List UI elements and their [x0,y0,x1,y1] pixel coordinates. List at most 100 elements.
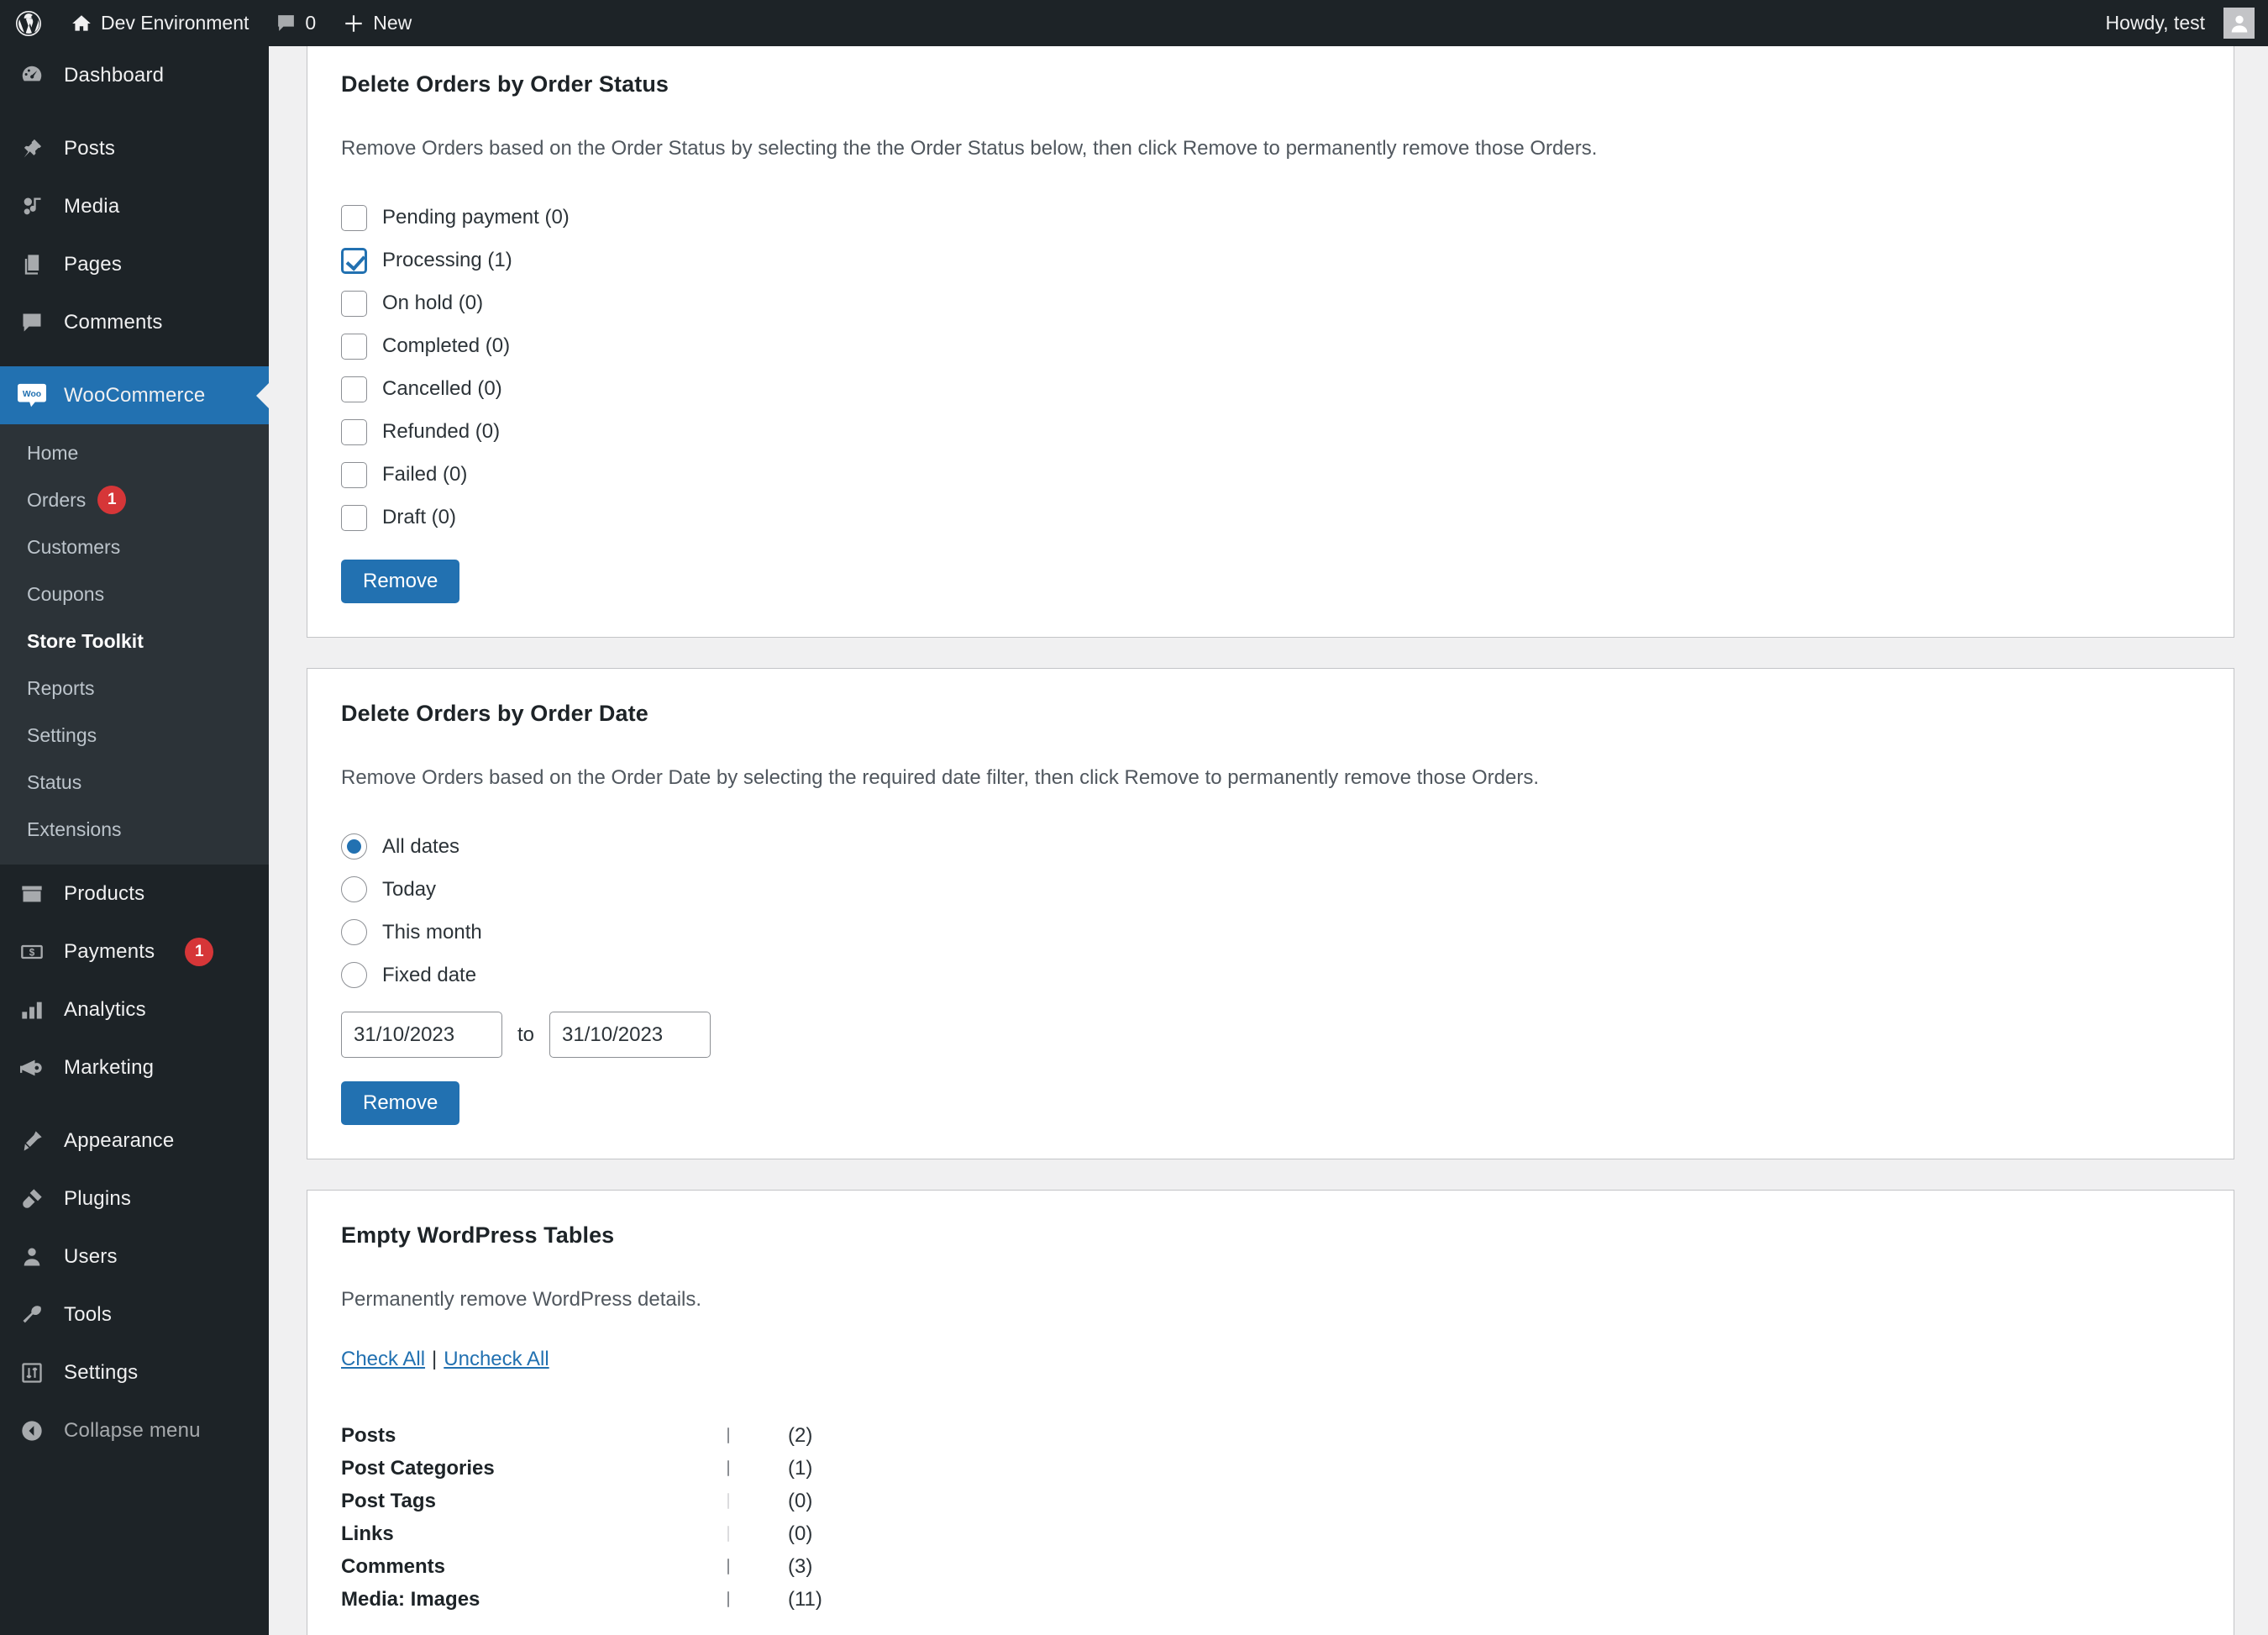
sidebar-label-marketing: Marketing [64,1055,155,1079]
sidebar-item-coupons[interactable]: Coupons [0,570,269,618]
checkbox-cancelled[interactable] [341,376,367,402]
remove-orders-by-status-button[interactable]: Remove [341,559,460,603]
panel-empty-wordpress-tables: Empty WordPress Tables Permanently remov… [307,1190,2234,1635]
checkbox-refunded[interactable] [341,418,367,445]
table-row[interactable]: Links (0) [341,1518,822,1551]
svg-text:$: $ [29,947,35,958]
panel-tables-description: Permanently remove WordPress details. [341,1288,702,1312]
status-option-pending-payment[interactable]: Pending payment (0) [341,197,2200,239]
table-row[interactable]: Post Categories (1) [341,1453,822,1485]
sidebar-item-orders[interactable]: Orders 1 [0,476,269,523]
sidebar-item-pages[interactable]: Pages [0,235,269,293]
panel-status-description: Remove Orders based on the Order Status … [341,137,1598,160]
date-to-input[interactable] [549,1012,711,1059]
status-option-completed[interactable]: Completed (0) [341,325,2200,368]
woocommerce-submenu: Home Orders 1 Customers Coupons Store To… [0,424,269,865]
howdy-label: Howdy, test [2105,12,2205,34]
sidebar-item-extensions[interactable]: Extensions [0,806,269,853]
checkbox-pending-payment[interactable] [341,204,367,231]
date-option-this-month[interactable]: This month [341,911,2200,954]
new-content-menu[interactable]: New [329,0,425,46]
main-content: Delete Orders by Order Status Remove Ord… [269,46,2268,1635]
panel-delete-orders-by-date: Delete Orders by Order Date Remove Order… [307,667,2234,1160]
sidebar-item-status[interactable]: Status [0,759,269,806]
radio-this-month[interactable] [341,919,367,946]
sidebar-label-extensions: Extensions [27,818,122,840]
comments-menu[interactable]: 0 [262,0,329,46]
date-option-all-dates[interactable]: All dates [341,825,2200,868]
checkbox-media-images[interactable] [727,1591,729,1608]
sidebar-label-pages: Pages [64,252,123,276]
sidebar-label-reports: Reports [27,676,95,699]
status-option-draft[interactable]: Draft (0) [341,497,2200,539]
sidebar-item-collapse-menu[interactable]: Collapse menu [0,1401,269,1459]
sidebar-item-payments[interactable]: $ Payments 1 [0,923,269,980]
sidebar-item-settings[interactable]: Settings [0,1343,269,1401]
site-name-menu[interactable]: Dev Environment [57,0,262,46]
date-option-fixed-date[interactable]: Fixed date [341,954,2200,996]
sidebar-item-dashboard[interactable]: Dashboard [0,46,269,104]
sidebar-label-customers: Customers [27,535,121,558]
table-count-post-tags: (0) [788,1490,813,1513]
my-account-menu[interactable]: Howdy, test [2092,0,2268,46]
radio-today[interactable] [341,876,367,903]
checkbox-on-hold[interactable] [341,290,367,317]
status-label-draft: Draft (0) [382,506,457,529]
products-icon [15,877,49,911]
checkbox-draft[interactable] [341,504,367,531]
sidebar-item-media[interactable]: Media [0,177,269,235]
sidebar-item-analytics[interactable]: Analytics [0,980,269,1038]
comment-icon [15,306,49,339]
date-from-input[interactable] [341,1012,502,1059]
sidebar-label-analytics: Analytics [64,997,146,1021]
table-name-links: Links [341,1522,394,1546]
table-row[interactable]: Media: Images (11) [341,1584,822,1617]
sidebar-item-appearance[interactable]: Appearance [0,1112,269,1170]
sidebar-item-settings-woo[interactable]: Settings [0,712,269,759]
sidebar-item-reports[interactable]: Reports [0,665,269,712]
table-row[interactable]: Comments (3) [341,1551,822,1584]
status-label-processing: Processing (1) [382,249,512,272]
date-option-today[interactable]: Today [341,868,2200,911]
checkbox-processing[interactable] [341,247,367,274]
wrench-icon [15,1298,49,1332]
sidebar-label-users: Users [64,1244,118,1268]
sidebar-item-woocommerce[interactable]: Woo WooCommerce [0,366,270,424]
avatar [2223,8,2255,39]
sidebar-item-marketing[interactable]: Marketing [0,1038,269,1096]
sidebar-label-home: Home [27,441,79,464]
status-option-failed[interactable]: Failed (0) [341,454,2200,497]
sidebar-item-store-toolkit[interactable]: Store Toolkit [0,618,269,665]
status-option-processing[interactable]: Processing (1) [341,239,2200,282]
check-all-link[interactable]: Check All [341,1348,425,1370]
settings-icon [15,1356,49,1390]
uncheck-all-link[interactable]: Uncheck All [444,1348,549,1370]
status-option-cancelled[interactable]: Cancelled (0) [341,368,2200,411]
sidebar-item-comments[interactable]: Comments [0,293,269,351]
status-option-refunded[interactable]: Refunded (0) [341,411,2200,454]
table-count-posts: (2) [788,1424,813,1448]
radio-fixed-date[interactable] [341,962,367,989]
table-row[interactable]: Posts (2) [341,1420,822,1453]
wordpress-logo-menu[interactable] [0,0,57,46]
orders-badge: 1 [97,486,127,514]
checkbox-post-categories[interactable] [727,1460,729,1477]
sidebar-item-home[interactable]: Home [0,429,269,476]
table-row[interactable]: Post Tags (0) [341,1485,822,1518]
sidebar-item-plugins[interactable]: Plugins [0,1170,269,1228]
sidebar-item-users[interactable]: Users [0,1228,269,1285]
checkbox-completed[interactable] [341,333,367,360]
sidebar-label-dashboard: Dashboard [64,63,165,87]
sidebar-item-products[interactable]: Products [0,865,269,923]
checkbox-comments[interactable] [727,1559,729,1575]
checkbox-failed[interactable] [341,461,367,488]
checkbox-posts[interactable] [727,1427,729,1444]
sidebar-item-tools[interactable]: Tools [0,1285,269,1343]
sidebar-item-posts[interactable]: Posts [0,119,269,177]
sidebar-item-customers[interactable]: Customers [0,523,269,570]
remove-orders-by-date-button[interactable]: Remove [341,1081,460,1126]
table-count-media-images: (11) [788,1588,822,1611]
status-option-on-hold[interactable]: On hold (0) [341,282,2200,325]
radio-all-dates[interactable] [341,833,367,860]
admin-sidebar: Dashboard Posts Media Pages Comments Woo… [0,46,270,1635]
